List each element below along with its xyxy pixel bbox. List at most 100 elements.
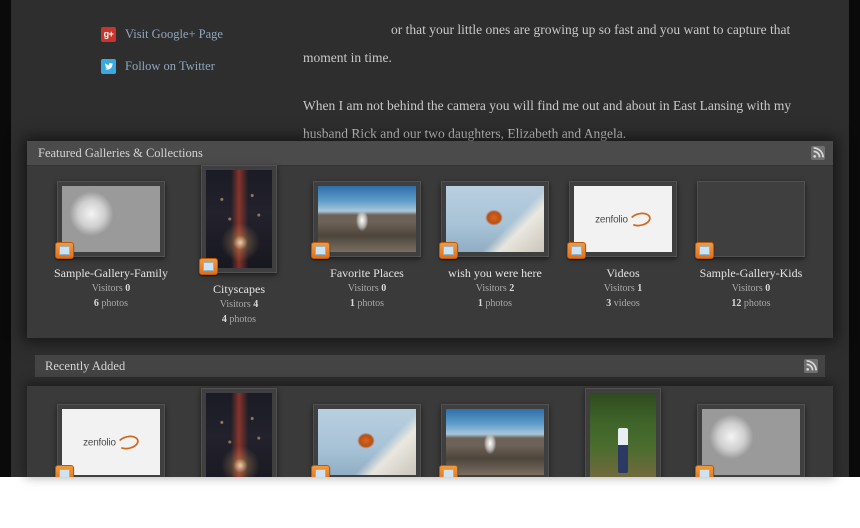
- gallery-type-icon: [55, 242, 74, 259]
- zenfolio-logo: zenfolio: [83, 433, 141, 451]
- gallery-type-icon-glyph: [315, 469, 326, 477]
- gallery-type-icon-glyph: [571, 246, 582, 255]
- social-link-twitter[interactable]: Follow on Twitter: [101, 54, 291, 78]
- gallery-title[interactable]: wish you were here: [433, 266, 557, 280]
- gallery-thumbnail-image: [590, 393, 656, 477]
- gallery-visitors: Visitors 1: [603, 283, 643, 294]
- gallery-card[interactable]: [433, 404, 557, 477]
- featured-galleries-panel: Featured Galleries & Collections Sample-…: [27, 141, 833, 338]
- gallery-item-count: 12 photos: [731, 298, 771, 309]
- gallery-thumbnail-holder: [689, 404, 813, 477]
- gallery-thumbnail[interactable]: [695, 404, 805, 477]
- recently-added-header: Recently Added: [35, 355, 825, 377]
- gallery-item-count: 3 videos: [606, 298, 640, 309]
- gallery-card[interactable]: Sample-Gallery-Family Visitors 0 6 photos: [49, 181, 173, 310]
- social-link-label: Visit Google+ Page: [125, 26, 223, 41]
- gallery-type-icon: [439, 465, 458, 477]
- social-link-google-plus[interactable]: g+ Visit Google+ Page: [101, 22, 291, 46]
- intro-paragraph-1: or that your little ones are growing up …: [303, 22, 791, 65]
- zenfolio-logo: zenfolio: [595, 210, 653, 228]
- gallery-card[interactable]: [689, 404, 813, 477]
- gallery-type-icon-glyph: [315, 246, 326, 255]
- gallery-caption: Sample-Gallery-Kids Visitors 0 12 photos: [689, 266, 813, 310]
- gallery-thumbnail-image: [446, 409, 544, 475]
- gallery-card[interactable]: [305, 404, 429, 477]
- gallery-thumbnail[interactable]: [439, 181, 549, 259]
- gallery-thumbnail-image: [318, 186, 416, 252]
- gallery-type-icon: [311, 465, 330, 477]
- social-links: g+ Visit Google+ Page Follow on Twitter: [101, 22, 291, 86]
- gallery-visitors: Visitors 2: [475, 283, 515, 294]
- gallery-card[interactable]: zenfolio Videos Visitors 1 3 videos: [561, 181, 685, 310]
- gallery-thumbnail[interactable]: zenfolio: [567, 181, 677, 259]
- gallery-thumbnail-image: [318, 409, 416, 475]
- gallery-card[interactable]: wish you were here Visitors 2 1 photos: [433, 181, 557, 310]
- gallery-thumbnail-image: [446, 186, 544, 252]
- recently-added-panel: zenfolio: [27, 386, 833, 477]
- twitter-icon: [101, 58, 116, 74]
- gallery-thumbnail-holder: [305, 404, 429, 477]
- gallery-thumbnail-holder: [177, 388, 301, 477]
- gallery-thumbnail-image: zenfolio: [574, 186, 672, 252]
- gallery-type-icon-glyph: [59, 246, 70, 255]
- gallery-thumbnail-holder: [433, 181, 557, 259]
- gallery-thumbnail[interactable]: [199, 165, 277, 275]
- gallery-card[interactable]: Cityscapes Visitors 4 4 photos: [177, 165, 301, 326]
- featured-thumbnail-row: Sample-Gallery-Family Visitors 0 6 photos C…: [27, 141, 833, 338]
- gallery-item-count: 6 photos: [93, 298, 129, 309]
- gallery-thumbnail[interactable]: [311, 404, 421, 477]
- gallery-type-icon: [199, 258, 218, 275]
- gallery-card[interactable]: zenfolio: [49, 404, 173, 477]
- gallery-thumbnail-holder: [689, 181, 813, 259]
- gallery-title[interactable]: Sample-Gallery-Family: [49, 266, 173, 280]
- gallery-thumbnail-image: [206, 170, 272, 268]
- gallery-type-icon: [311, 242, 330, 259]
- gallery-title[interactable]: Videos: [561, 266, 685, 280]
- gallery-thumbnail-holder: [433, 404, 557, 477]
- gallery-title[interactable]: Favorite Places: [305, 266, 429, 280]
- gallery-type-icon-glyph: [59, 469, 70, 477]
- gallery-thumbnail[interactable]: [439, 404, 549, 477]
- gallery-title[interactable]: Cityscapes: [177, 282, 301, 296]
- gallery-thumbnail-holder: [561, 388, 685, 477]
- gallery-thumbnail[interactable]: zenfolio: [55, 404, 165, 477]
- gallery-card[interactable]: Sample-Gallery-Kids Visitors 0 12 photos: [689, 181, 813, 310]
- gallery-thumbnail[interactable]: [55, 181, 165, 259]
- gallery-card[interactable]: Favorite Places Visitors 0 1 photos: [305, 181, 429, 310]
- social-link-label: Follow on Twitter: [125, 58, 215, 73]
- gallery-title[interactable]: Sample-Gallery-Kids: [689, 266, 813, 280]
- gallery-caption: Videos Visitors 1 3 videos: [561, 266, 685, 310]
- recently-added-title: Recently Added: [45, 358, 126, 373]
- gallery-card[interactable]: [177, 388, 301, 477]
- gallery-caption: Sample-Gallery-Family Visitors 0 6 photos: [49, 266, 173, 310]
- gallery-card[interactable]: [561, 388, 685, 477]
- gallery-type-icon: [695, 465, 714, 477]
- gallery-visitors: Visitors 0: [91, 283, 131, 294]
- gallery-item-count: 1 photos: [349, 298, 385, 309]
- gallery-type-icon-glyph: [203, 262, 214, 271]
- gallery-thumbnail[interactable]: [695, 181, 805, 259]
- gallery-thumbnail[interactable]: [311, 181, 421, 259]
- gallery-type-icon: [439, 242, 458, 259]
- gallery-thumbnail-image: [206, 393, 272, 477]
- gallery-item-count: 1 photos: [477, 298, 513, 309]
- gallery-caption: wish you were here Visitors 2 1 photos: [433, 266, 557, 310]
- gallery-thumbnail-holder: [177, 165, 301, 275]
- gallery-thumbnail[interactable]: [201, 388, 277, 477]
- gallery-thumbnail-holder: zenfolio: [49, 404, 173, 477]
- gallery-visitors: Visitors 0: [731, 283, 771, 294]
- gallery-caption: Cityscapes Visitors 4 4 photos: [177, 282, 301, 326]
- gallery-thumbnail-image: [62, 186, 160, 252]
- gallery-type-icon-glyph: [443, 469, 454, 477]
- gallery-type-icon: [695, 242, 714, 259]
- gallery-thumbnail-image: zenfolio: [62, 409, 160, 475]
- gallery-caption: Favorite Places Visitors 0 1 photos: [305, 266, 429, 310]
- gallery-thumbnail[interactable]: [585, 388, 661, 477]
- gallery-thumbnail-holder: [305, 181, 429, 259]
- rss-icon[interactable]: [804, 359, 818, 373]
- gallery-visitors: Visitors 4: [219, 299, 259, 310]
- google-plus-icon: g+: [101, 26, 116, 42]
- page-root: g+ Visit Google+ Page Follow on Twitter …: [0, 0, 860, 528]
- gallery-type-icon-glyph: [699, 469, 710, 477]
- gallery-thumbnail-holder: [49, 181, 173, 259]
